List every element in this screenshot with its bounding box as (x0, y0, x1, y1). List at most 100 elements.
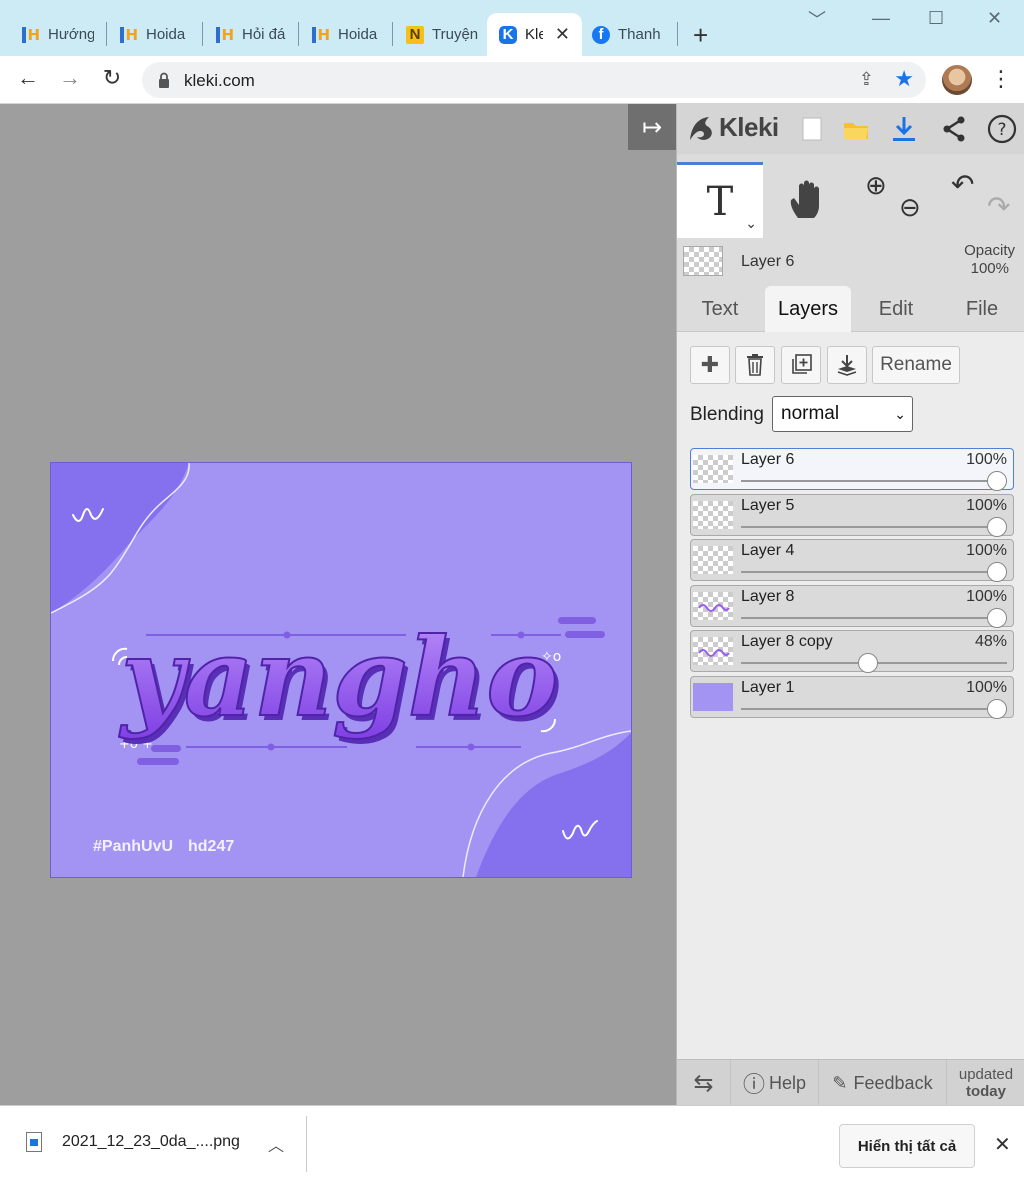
kleki-logo[interactable]: Kleki (687, 112, 779, 143)
back-icon[interactable]: ← (13, 65, 43, 91)
layer-thumbnail (693, 682, 733, 711)
merge-layer-button[interactable] (827, 346, 867, 384)
download-filename: 2021_12_23_0da_....png (62, 1133, 240, 1150)
layer-opacity-slider[interactable] (741, 525, 1007, 528)
layer-opacity-slider[interactable] (741, 707, 1007, 710)
zoom-out-icon[interactable]: ⊖ (899, 192, 921, 223)
svg-text:?: ? (997, 120, 1006, 140)
close-window-icon[interactable]: ✕ (987, 8, 1002, 29)
collapse-panel-button[interactable]: ↦ (628, 104, 676, 150)
reload-icon[interactable]: ↻ (97, 65, 127, 91)
browser-tab-2[interactable]: H Hoida (98, 13, 202, 56)
hand-tool-button[interactable] (763, 162, 849, 238)
new-tab-button[interactable]: + (693, 20, 708, 51)
chevron-down-icon[interactable]: ﹀ (808, 6, 826, 32)
opacity-label: Opacity (964, 242, 1015, 259)
browser-tab-5[interactable]: N Truyện (384, 13, 486, 56)
address-bar[interactable]: kleki.com ⇪ ★ (142, 62, 926, 98)
layer-opacity: 100% (966, 542, 1007, 559)
changelog-link[interactable]: updated today (947, 1060, 1024, 1106)
chevron-up-icon[interactable]: ︿ (268, 1132, 284, 1156)
layer-opacity-slider[interactable] (741, 616, 1007, 619)
close-download-bar-icon[interactable]: ✕ (994, 1132, 1011, 1157)
current-layer-header: Layer 6 Opacity 100% (677, 238, 1024, 286)
zoom-in-icon[interactable]: ⊕ (865, 170, 887, 201)
tab-edit[interactable]: Edit (853, 286, 939, 332)
text-tool-button[interactable]: T ⌄ (677, 162, 763, 238)
zoom-controls: ⊕ ⊖ (849, 162, 935, 238)
add-layer-button[interactable]: ✚ (690, 346, 730, 384)
layer-thumbnail (693, 500, 733, 529)
tab-file[interactable]: File (939, 286, 1024, 332)
layer-name: Layer 1 (741, 678, 795, 696)
hoidap-icon: H (312, 26, 330, 44)
layer-opacity-slider[interactable] (741, 480, 1007, 482)
kleki-logo-icon (690, 116, 712, 140)
slider-handle[interactable] (987, 698, 1007, 719)
drawing-canvas[interactable]: ✧o +o + yangho yangho #PanhUvU hd247 (50, 462, 632, 878)
browser-tab-4[interactable]: H Hoida (290, 13, 392, 56)
layer-row[interactable]: Layer 4 100% (690, 539, 1014, 582)
download-item[interactable]: 2021_12_23_0da_....png (26, 1132, 240, 1152)
profile-avatar[interactable] (942, 65, 972, 95)
minimize-icon[interactable]: — (872, 8, 890, 29)
share-icon[interactable]: ⇪ (859, 69, 874, 90)
artwork-credit-site: hd247 (188, 838, 234, 855)
layer-row[interactable]: Layer 8 copy 48% (690, 630, 1014, 673)
blending-select[interactable]: normal ⌄ (772, 396, 913, 432)
bookmark-star-icon[interactable]: ★ (894, 66, 914, 92)
forward-icon[interactable]: → (55, 65, 85, 91)
text-tool-icon: T (706, 178, 734, 225)
layer-name: Layer 5 (741, 496, 795, 514)
kleki-side-panel: Kleki ? T ⌄ ⊕ ⊖ ↶ ↷ Layer 6 Opacity 100%… (676, 104, 1024, 1106)
blending-label: Blending (690, 404, 764, 425)
undo-icon[interactable]: ↶ (951, 168, 974, 201)
layer-row[interactable]: Layer 6 100% (690, 448, 1014, 491)
hoidap-icon: H (22, 26, 40, 44)
layer-opacity: 48% (974, 633, 1007, 650)
duplicate-layer-button[interactable] (781, 346, 821, 384)
novel-icon: N (406, 25, 424, 44)
swap-side-button[interactable]: ⇆ (677, 1060, 731, 1106)
layer-row[interactable]: Layer 1 100% (690, 675, 1014, 719)
slider-handle[interactable] (987, 607, 1007, 628)
tab-layers[interactable]: Layers (765, 286, 851, 332)
open-folder-icon[interactable] (841, 114, 871, 144)
layer-thumbnail (693, 546, 733, 574)
slider-handle[interactable] (987, 562, 1007, 582)
feedback-pencil-icon: ✎ (832, 1072, 848, 1093)
url-text: kleki.com (184, 71, 255, 90)
browser-tab-3[interactable]: H Hỏi đá (194, 13, 298, 56)
browser-tab-7[interactable]: f Thanh (582, 13, 678, 56)
layer-row[interactable]: Layer 8 100% (690, 584, 1014, 628)
delete-layer-button[interactable] (735, 346, 775, 384)
chevron-down-icon[interactable]: ⌄ (745, 215, 757, 232)
share-icon[interactable] (939, 114, 969, 144)
tab-text[interactable]: Text (677, 286, 763, 332)
browser-tab-1[interactable]: H Hướng (0, 13, 106, 56)
layer-row[interactable]: Layer 5 100% (690, 493, 1014, 537)
help-button[interactable]: ⓘ Help (731, 1060, 819, 1106)
redo-icon[interactable]: ↷ (987, 190, 1010, 223)
history-controls: ↶ ↷ (935, 162, 1024, 238)
show-all-downloads-button[interactable]: Hiển thị tất cả (839, 1124, 975, 1168)
facebook-icon: f (592, 25, 610, 44)
maximize-icon[interactable]: ☐ (928, 8, 944, 29)
rename-layer-button[interactable]: Rename (872, 346, 960, 384)
browser-menu-icon[interactable]: ⋮ (990, 66, 1012, 92)
new-image-icon[interactable] (797, 114, 827, 144)
browser-tab-kleki[interactable]: K Kle ✕ (487, 13, 582, 56)
download-icon[interactable] (889, 114, 919, 144)
close-tab-icon[interactable]: ✕ (555, 24, 570, 45)
feedback-button[interactable]: ✎ Feedback (819, 1060, 947, 1106)
artwork: ✧o +o + yangho yangho #PanhUvU hd247 (50, 462, 632, 878)
slider-handle[interactable] (858, 653, 879, 673)
panel-footer: ⇆ ⓘ Help ✎ Feedback updated today (677, 1059, 1024, 1106)
slider-handle[interactable] (987, 516, 1007, 537)
panel-tabs: Text Layers Edit File (677, 286, 1024, 332)
swap-arrows-icon: ⇆ (693, 1069, 714, 1097)
canvas-workspace[interactable]: ↦ ✧o +o + yangho yangho #PanhUvU hd247 (0, 104, 676, 1105)
help-icon[interactable]: ? (987, 114, 1017, 144)
layer-opacity-slider[interactable] (741, 571, 1007, 573)
slider-handle[interactable] (987, 471, 1007, 491)
